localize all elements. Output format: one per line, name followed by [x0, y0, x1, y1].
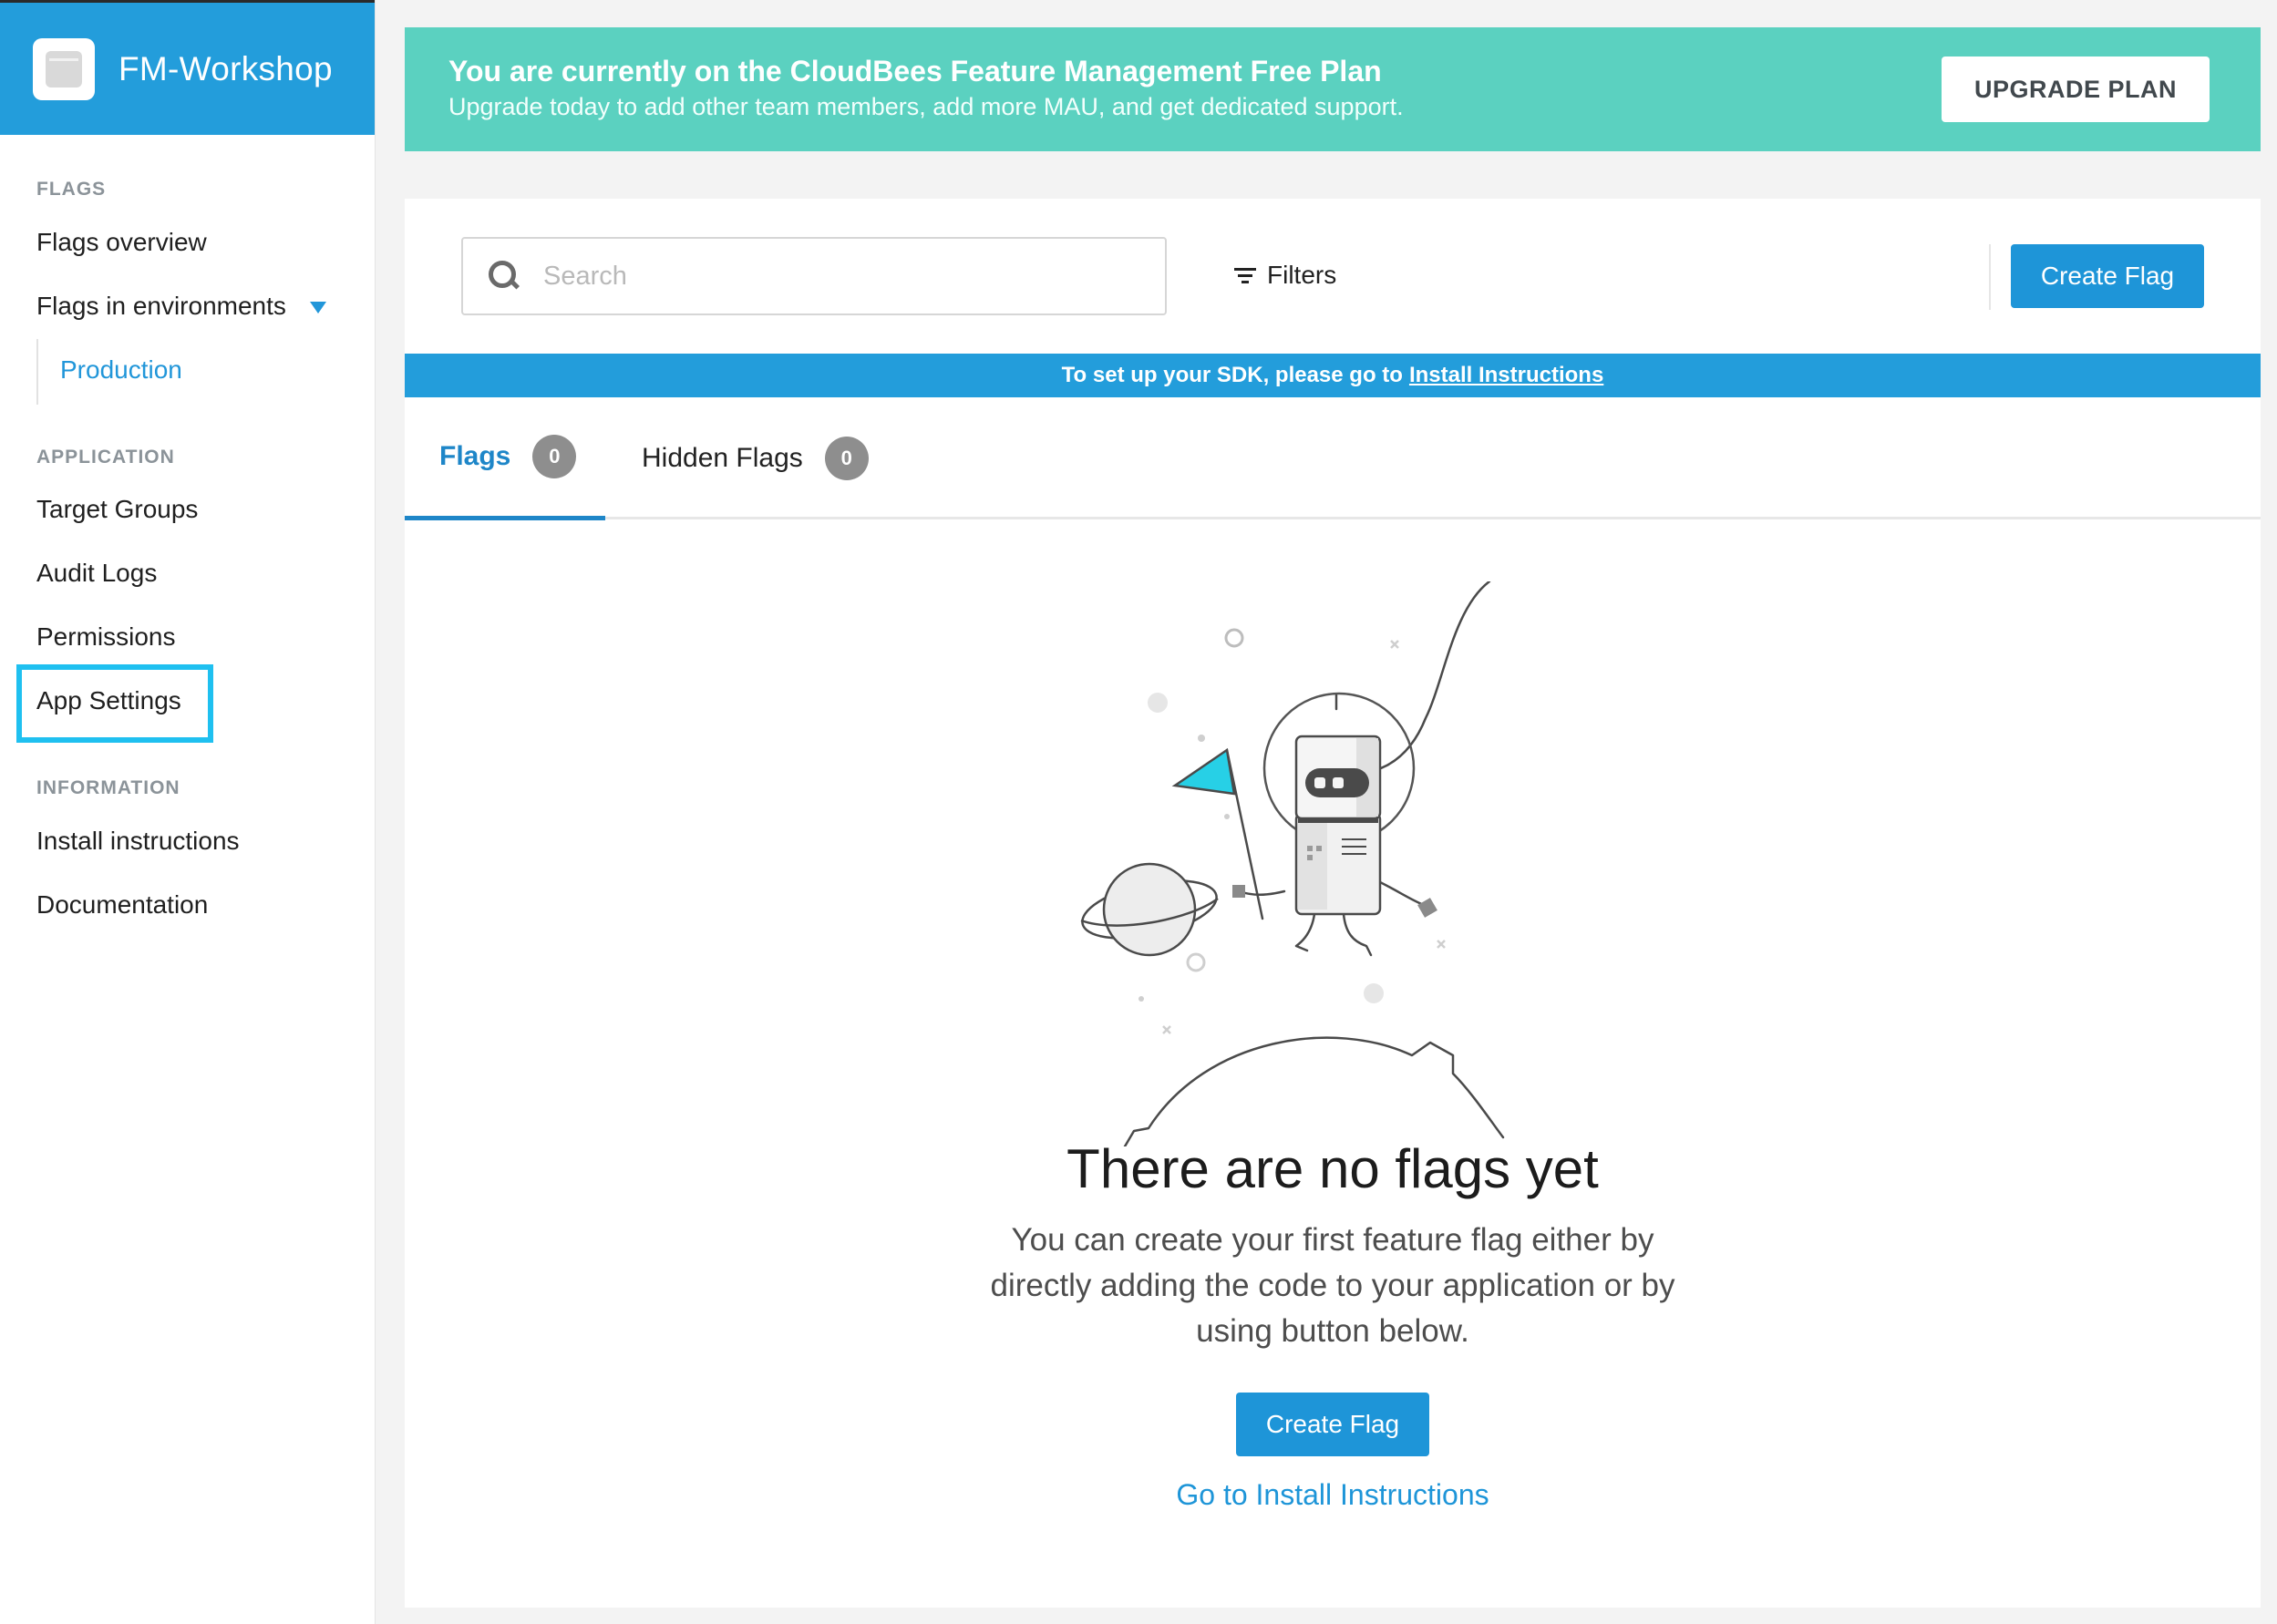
sidebar-item-target-groups[interactable]: Target Groups	[36, 495, 198, 524]
filters-button[interactable]: Filters	[1234, 261, 1336, 290]
sidebar-item-label: Flags in environments	[36, 292, 286, 320]
search-box[interactable]	[461, 237, 1167, 315]
banner-subtitle: Upgrade today to add other team members,…	[448, 93, 1404, 120]
sidebar-item-documentation[interactable]: Documentation	[36, 890, 208, 920]
tab-label: Flags	[439, 441, 511, 471]
create-flag-button[interactable]: Create Flag	[2011, 244, 2204, 308]
tab-flags[interactable]: Flags 0	[405, 397, 605, 520]
sidebar-item-permissions[interactable]: Permissions	[36, 622, 175, 652]
empty-state-description: You can create your first feature flag e…	[990, 1222, 1675, 1349]
section-label-information: INFORMATION	[36, 777, 180, 798]
sidebar-item-production[interactable]: Production	[60, 355, 182, 385]
tab-hidden-flags[interactable]: Hidden Flags 0	[642, 397, 869, 519]
sidebar-item-audit-logs[interactable]: Audit Logs	[36, 559, 157, 588]
submenu-line	[36, 339, 38, 405]
astronaut-illustration	[1080, 581, 1505, 1146]
upgrade-banner: You are currently on the CloudBees Featu…	[405, 27, 2261, 151]
tab-label: Hidden Flags	[642, 443, 803, 473]
install-instructions-link[interactable]: Install Instructions	[1409, 363, 1603, 388]
caret-down-icon[interactable]	[309, 302, 326, 314]
sidebar-item-install-instructions[interactable]: Install instructions	[36, 827, 240, 856]
sidebar: FM-Workshop FLAGS Flags overview Flags i…	[0, 0, 376, 1624]
app-logo-icon	[33, 37, 95, 100]
section-label-flags: FLAGS	[36, 179, 107, 200]
count-badge: 0	[532, 435, 577, 478]
banner-title: You are currently on the CloudBees Featu…	[448, 55, 1382, 87]
sdk-setup-bar: To set up your SDK, please go to Install…	[405, 354, 2261, 397]
go-to-install-instructions-link[interactable]: Go to Install Instructions	[405, 1478, 2261, 1512]
sidebar-item-flags-overview[interactable]: Flags overview	[36, 228, 207, 257]
create-flag-button-empty[interactable]: Create Flag	[1236, 1393, 1429, 1456]
filters-label: Filters	[1267, 261, 1337, 289]
toolbar-divider	[1989, 244, 1991, 310]
search-icon	[489, 261, 520, 292]
flags-panel: Filters Create Flag To set up your SDK, …	[405, 199, 2261, 1608]
empty-state-title: There are no flags yet	[1066, 1138, 1599, 1199]
count-badge: 0	[824, 437, 869, 480]
app-header[interactable]: FM-Workshop	[0, 0, 375, 135]
sidebar-item-app-settings[interactable]: App Settings	[36, 686, 181, 715]
upgrade-plan-button[interactable]: UPGRADE PLAN	[1942, 57, 2210, 122]
sidebar-item-flags-in-environments[interactable]: Flags in environments	[36, 292, 326, 321]
flag-tabs: Flags 0 Hidden Flags 0	[405, 397, 2261, 520]
search-input[interactable]	[543, 261, 1127, 292]
app-title: FM-Workshop	[118, 49, 333, 87]
filter-icon	[1234, 266, 1256, 284]
section-label-application: APPLICATION	[36, 447, 175, 468]
sdk-bar-text: To set up your SDK, please go to	[1061, 363, 1403, 387]
